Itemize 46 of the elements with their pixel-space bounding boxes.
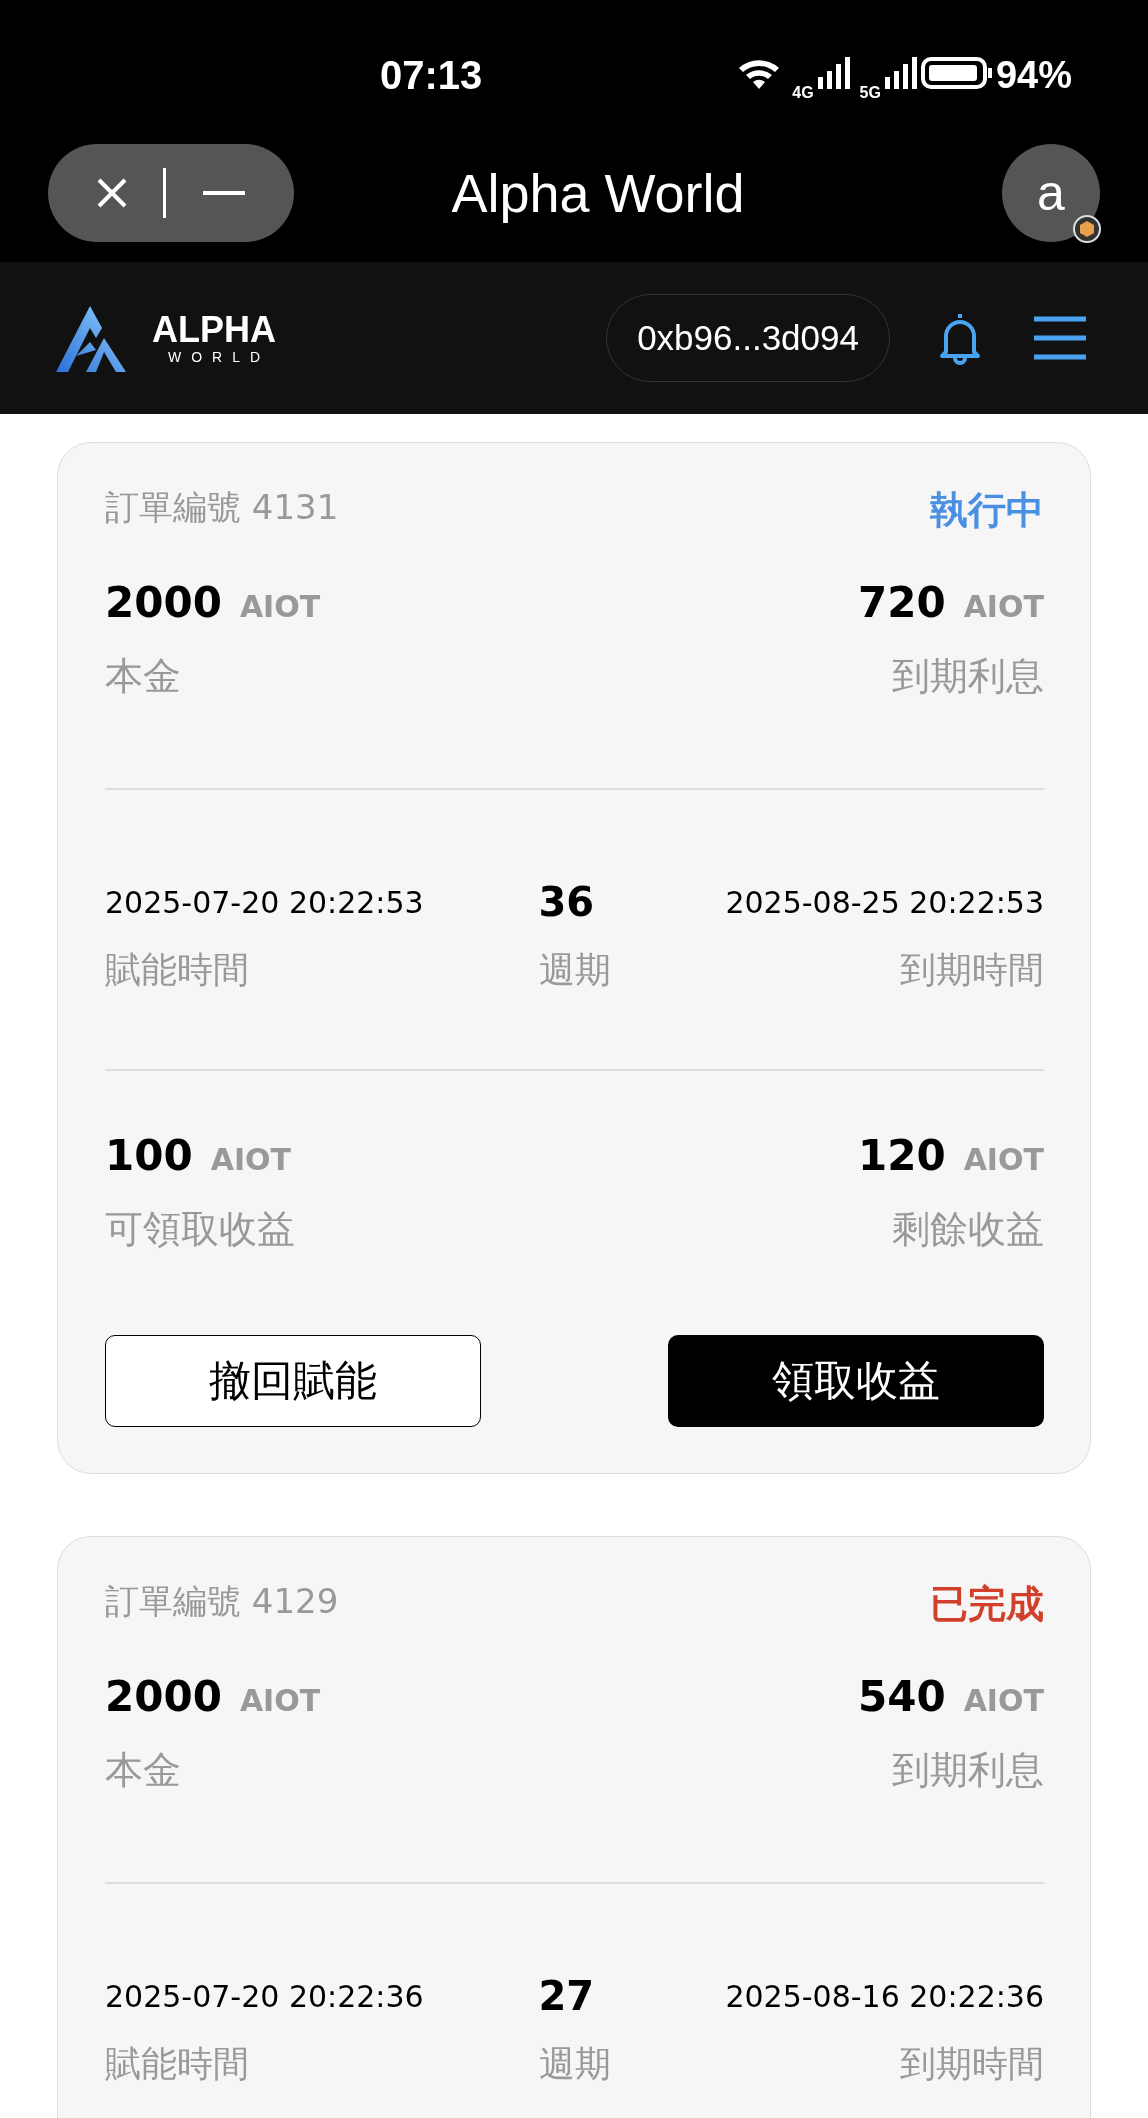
field-label: 週期 [538,948,611,992]
amount: 120 [857,1131,946,1180]
battery-percent: 94% [995,53,1072,97]
date-time: 2025-07-20 20:22:36 [105,1977,424,2016]
field-label: 本金 [105,653,182,700]
field-label: 到期利息 [892,1747,1044,1794]
date-time: 2025-08-16 20:22:36 [725,1977,1044,2016]
unit-label: AIOT [963,1142,1044,1177]
field-label: 可領取收益 [105,1206,295,1253]
field-label: 到期時間 [900,2042,1044,2086]
period-value: 27 [538,1976,596,2016]
order-number: 訂單編號 4131 [105,486,339,529]
field-label: 到期時間 [900,948,1044,992]
field-label: 剩餘收益 [892,1206,1044,1253]
unit-label: AIOT [963,589,1044,624]
field-label: 週期 [538,2042,611,2086]
field-label: 本金 [105,1747,182,1794]
date-time: 2025-08-25 20:22:53 [725,883,1044,922]
amount: 2000 [105,578,222,627]
order-number: 訂單編號 4129 [105,1580,339,1623]
field-label: 賦能時間 [105,948,250,992]
window-title: Alpha World [451,162,745,224]
amount: 2000 [105,1672,222,1721]
field-label: 到期利息 [892,653,1044,700]
period-value: 36 [538,882,596,922]
amount: 720 [857,578,946,627]
network-type: 5G [859,84,881,102]
avatar[interactable]: a [1002,144,1100,242]
cube-icon [1072,214,1102,244]
logo-name: ALPHA [152,311,276,349]
menu-icon[interactable] [1032,315,1088,361]
field-label: 賦能時間 [105,2042,250,2086]
amount: 540 [857,1672,946,1721]
date-time: 2025-07-20 20:22:53 [105,883,424,922]
unit-label: AIOT [239,589,321,624]
status-label: 執行中 [930,487,1044,534]
withdraw-button[interactable]: 撤回賦能 [105,1335,481,1427]
unit-label: AIOT [210,1142,292,1177]
unit-label: AIOT [963,1683,1044,1718]
claim-button[interactable]: 領取收益 [668,1335,1044,1427]
clock-time: 07:13 [380,52,483,98]
unit-label: AIOT [239,1683,321,1718]
status-label: 已完成 [930,1581,1044,1628]
amount: 100 [105,1131,193,1180]
logo-subtitle: WORLD [167,349,271,365]
network-type: 4G [792,84,814,102]
